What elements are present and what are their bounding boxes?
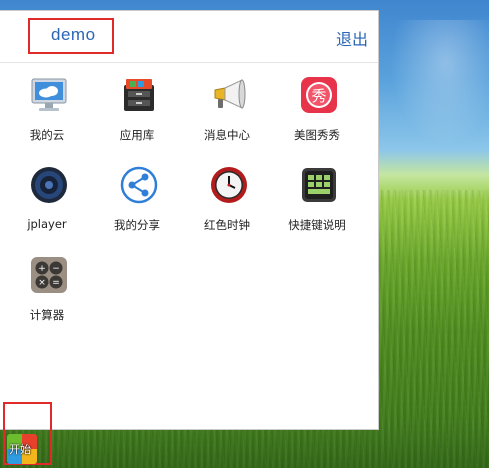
app-label: 计算器	[29, 308, 65, 322]
red-clock-icon	[211, 167, 247, 203]
app-label: jplayer	[27, 217, 67, 231]
calculator-icon: + − × =	[31, 257, 67, 293]
app-label: 快捷键说明	[288, 218, 346, 232]
app-message-center[interactable]: 消息中心	[192, 75, 262, 145]
speaker-icon	[31, 167, 67, 203]
app-label: 消息中心	[204, 128, 250, 142]
user-avatar	[5, 19, 25, 55]
svg-text:−: −	[52, 264, 60, 274]
taskbar	[0, 430, 489, 468]
app-red-clock[interactable]: 红色时钟	[192, 165, 262, 235]
megaphone-icon	[214, 79, 246, 109]
share-icon	[120, 166, 158, 204]
svg-text:=: =	[52, 278, 60, 288]
app-label: 美图秀秀	[294, 128, 340, 142]
app-my-cloud[interactable]: 我的云	[12, 75, 82, 145]
app-label: 我的分享	[114, 218, 160, 232]
app-label: 红色时钟	[204, 218, 250, 232]
app-library-box-icon	[124, 79, 154, 111]
username: demo	[51, 25, 96, 44]
start-menu-header: demo 退出	[0, 11, 378, 63]
keyboard-icon	[302, 168, 336, 202]
svg-text:秀: 秀	[311, 87, 326, 105]
svg-text:×: ×	[38, 278, 46, 288]
svg-text:+: +	[38, 264, 46, 274]
app-jplayer[interactable]: jplayer	[12, 165, 82, 235]
app-calculator[interactable]: + − × = 计算器	[12, 255, 82, 325]
meitu-xiuxiu-icon: 秀	[301, 77, 337, 113]
start-menu-panel: demo 退出 我的云 应用库 消息中心 秀 美图秀秀 jplayer 我的分享…	[0, 10, 379, 430]
app-label: 应用库	[119, 128, 155, 142]
app-app-library[interactable]: 应用库	[102, 75, 172, 145]
cloud-monitor-icon	[31, 78, 67, 111]
app-my-share[interactable]: 我的分享	[102, 165, 172, 235]
wallpaper-cloud	[380, 20, 489, 160]
start-button-label[interactable]: 开始	[9, 441, 31, 457]
logout-link[interactable]: 退出	[336, 26, 368, 50]
app-meitu-xiuxiu[interactable]: 秀 美图秀秀	[282, 75, 352, 145]
app-shortcut-help[interactable]: 快捷键说明	[282, 165, 352, 235]
app-label: 我的云	[29, 128, 65, 142]
